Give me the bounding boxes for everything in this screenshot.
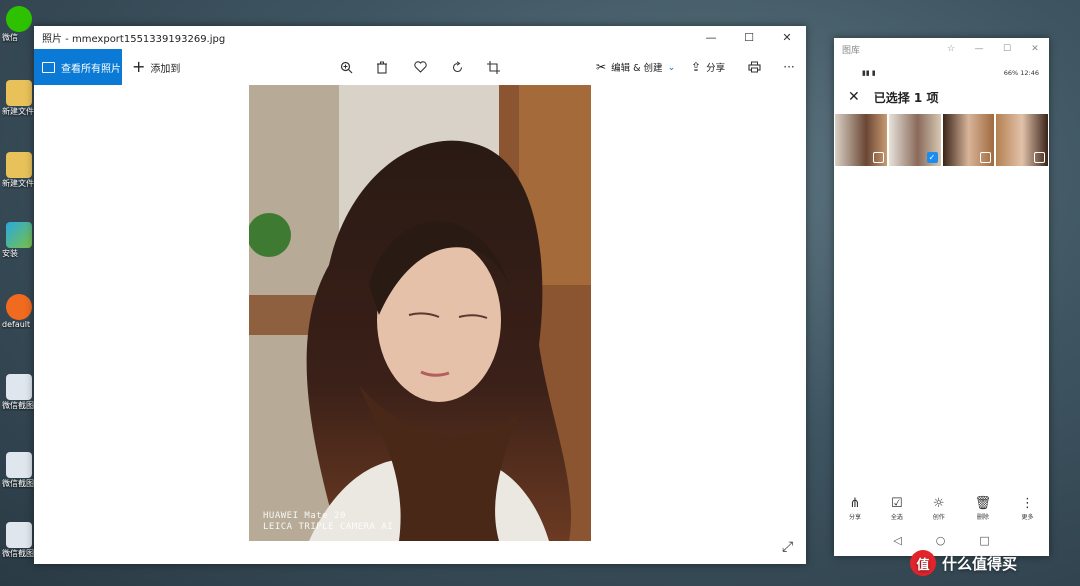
add-to-label: 添加到 <box>150 63 181 75</box>
phone-nav-bar: ◁ ○ □ <box>834 534 1049 547</box>
desktop-icon-folder-2[interactable]: 新建文件 <box>2 152 36 189</box>
bulb-icon: ☼ <box>932 496 945 511</box>
signal-icon: ▮▮ ▮ <box>862 69 876 77</box>
back-icon[interactable]: ◁ <box>893 534 901 547</box>
selection-header: ✕ 已选择 1 项 <box>834 86 1049 108</box>
home-icon[interactable]: ○ <box>936 534 946 547</box>
desktop-icon-installer[interactable]: 安装 <box>2 222 36 259</box>
wechat-icon <box>6 6 32 32</box>
phone-window-title: 图库 <box>842 45 861 56</box>
watermark-line-2: LEICA TRIPLE CAMERA AI <box>263 522 394 532</box>
checkbox[interactable] <box>1034 152 1045 163</box>
desktop-icon-folder-1[interactable]: 新建文件 <box>2 80 36 117</box>
more-label: 更多 <box>1021 514 1034 521</box>
chevron-down-icon: ⌄ <box>667 61 676 73</box>
fullscreen-expand-icon[interactable]: ⤢ <box>782 539 793 555</box>
phone-status-bar: ▮▮ ▮ 66% 12:46 <box>834 60 1049 86</box>
photos-window: 照片 - mmexport1551339193269.jpg — ☐ ✕ 查看所… <box>34 26 806 564</box>
selection-title: 已选择 1 项 <box>873 90 939 105</box>
site-watermark: 值 什么值得买 <box>910 548 1074 578</box>
site-logo: 值 <box>910 550 936 576</box>
add-to-button[interactable]: + 添加到 <box>132 59 180 75</box>
portrait-photo: HUAWEI Mate 20 LEICA TRIPLE CAMERA AI <box>249 85 591 541</box>
camera-watermark: HUAWEI Mate 20 LEICA TRIPLE CAMERA AI <box>263 511 393 533</box>
select-all-label: 全选 <box>890 514 903 521</box>
create-label: 创作 <box>932 514 945 521</box>
checkbox[interactable] <box>872 152 884 163</box>
desktop-icon-screenshot-2[interactable]: 微信截图_20210 <box>2 452 36 489</box>
thumbnail[interactable] <box>835 114 887 166</box>
trash-icon: 🗑 <box>974 496 992 511</box>
desktop-icon-default[interactable]: default <box>2 294 36 329</box>
image-file-icon <box>6 374 32 400</box>
pin-icon[interactable]: ☆ <box>937 44 965 54</box>
maximize-button[interactable]: ☐ <box>730 26 768 49</box>
installer-icon <box>6 222 32 248</box>
view-all-label: 查看所有照片 <box>61 63 121 75</box>
zoom-icon[interactable] <box>337 58 355 76</box>
select-all-action[interactable]: ☑ 全选 <box>891 496 903 521</box>
share-action-label: 分享 <box>848 514 861 521</box>
close-button[interactable]: ✕ <box>768 26 806 49</box>
gallery-icon <box>42 61 55 73</box>
create-action[interactable]: ☼ 创作 <box>933 496 945 521</box>
image-canvas: HUAWEI Mate 20 LEICA TRIPLE CAMERA AI ⤢ <box>34 85 806 564</box>
more-action[interactable]: ⋮ 更多 <box>1021 496 1034 521</box>
thumbnail[interactable] <box>942 114 995 166</box>
title-bar: 照片 - mmexport1551339193269.jpg — ☐ ✕ <box>34 26 806 49</box>
folder-icon <box>6 80 32 106</box>
checkbox[interactable] <box>980 152 992 163</box>
status-right: 66% 12:46 <box>1003 69 1039 77</box>
favorite-heart-icon[interactable] <box>411 58 429 76</box>
image-file-icon <box>6 522 32 548</box>
share-button[interactable]: ⇪ 分享 <box>691 49 725 85</box>
phone-close-button[interactable]: ✕ <box>1021 44 1049 54</box>
folder-icon <box>6 152 32 178</box>
checkbox-checked[interactable]: ✓ <box>926 152 938 163</box>
desktop-icon-wechat[interactable]: 微信 <box>2 6 36 43</box>
desktop-icon-screenshot-3[interactable]: 微信截图_20210603 <box>2 522 36 559</box>
share-icon: ⇪ <box>691 60 702 74</box>
desktop-icon-screenshot-1[interactable]: 微信截图_20210 <box>2 374 36 411</box>
phone-mirror-window: 图库 ☆ — ☐ ✕ ▮▮ ▮ 66% 12:46 ✕ 已选择 1 项 ✓ ⋔ … <box>834 38 1049 556</box>
app-icon <box>6 294 32 320</box>
rotate-icon[interactable] <box>448 58 466 76</box>
edit-create-label: 编辑 & 创建 <box>611 63 663 74</box>
view-all-photos-button[interactable]: 查看所有照片 <box>34 49 122 85</box>
delete-icon[interactable] <box>373 58 391 76</box>
delete-action[interactable]: 🗑 删除 <box>975 496 992 521</box>
close-selection-icon[interactable]: ✕ <box>848 89 860 105</box>
command-bar: 查看所有照片 + 添加到 ✂ 编辑 & 创建 ⌄ ⇪ 分享 ··· <box>34 49 806 85</box>
thumbnail[interactable] <box>996 114 1048 166</box>
delete-label: 删除 <box>976 514 989 521</box>
share-icon: ⋔ <box>849 496 861 511</box>
thumbnail-strip: ✓ <box>834 108 1049 166</box>
print-icon[interactable] <box>745 58 763 76</box>
recents-icon[interactable]: □ <box>979 534 989 547</box>
edit-create-button[interactable]: ✂ 编辑 & 创建 ⌄ <box>596 49 675 85</box>
phone-title-bar: 图库 ☆ — ☐ ✕ <box>834 38 1049 60</box>
share-action[interactable]: ⋔ 分享 <box>849 496 861 521</box>
select-all-icon: ☑ <box>891 496 903 511</box>
minimize-button[interactable]: — <box>692 26 730 49</box>
more-icon: ⋮ <box>1021 496 1034 511</box>
site-name: 什么值得买 <box>942 554 1018 573</box>
share-label: 分享 <box>706 63 726 74</box>
crop-icon[interactable] <box>484 58 502 76</box>
phone-minimize-button[interactable]: — <box>965 44 993 54</box>
action-bar: ⋔ 分享 ☑ 全选 ☼ 创作 🗑 删除 ⋮ 更多 <box>834 496 1049 521</box>
more-options-button[interactable]: ··· <box>780 58 798 76</box>
watermark-line-1: HUAWEI Mate 20 <box>263 511 346 521</box>
thumbnail[interactable]: ✓ <box>888 114 941 166</box>
plus-icon: + <box>132 57 146 76</box>
image-file-icon <box>6 452 32 478</box>
window-title: 照片 - mmexport1551339193269.jpg <box>42 34 226 45</box>
phone-maximize-button[interactable]: ☐ <box>993 44 1021 54</box>
edit-icon: ✂ <box>596 60 607 74</box>
